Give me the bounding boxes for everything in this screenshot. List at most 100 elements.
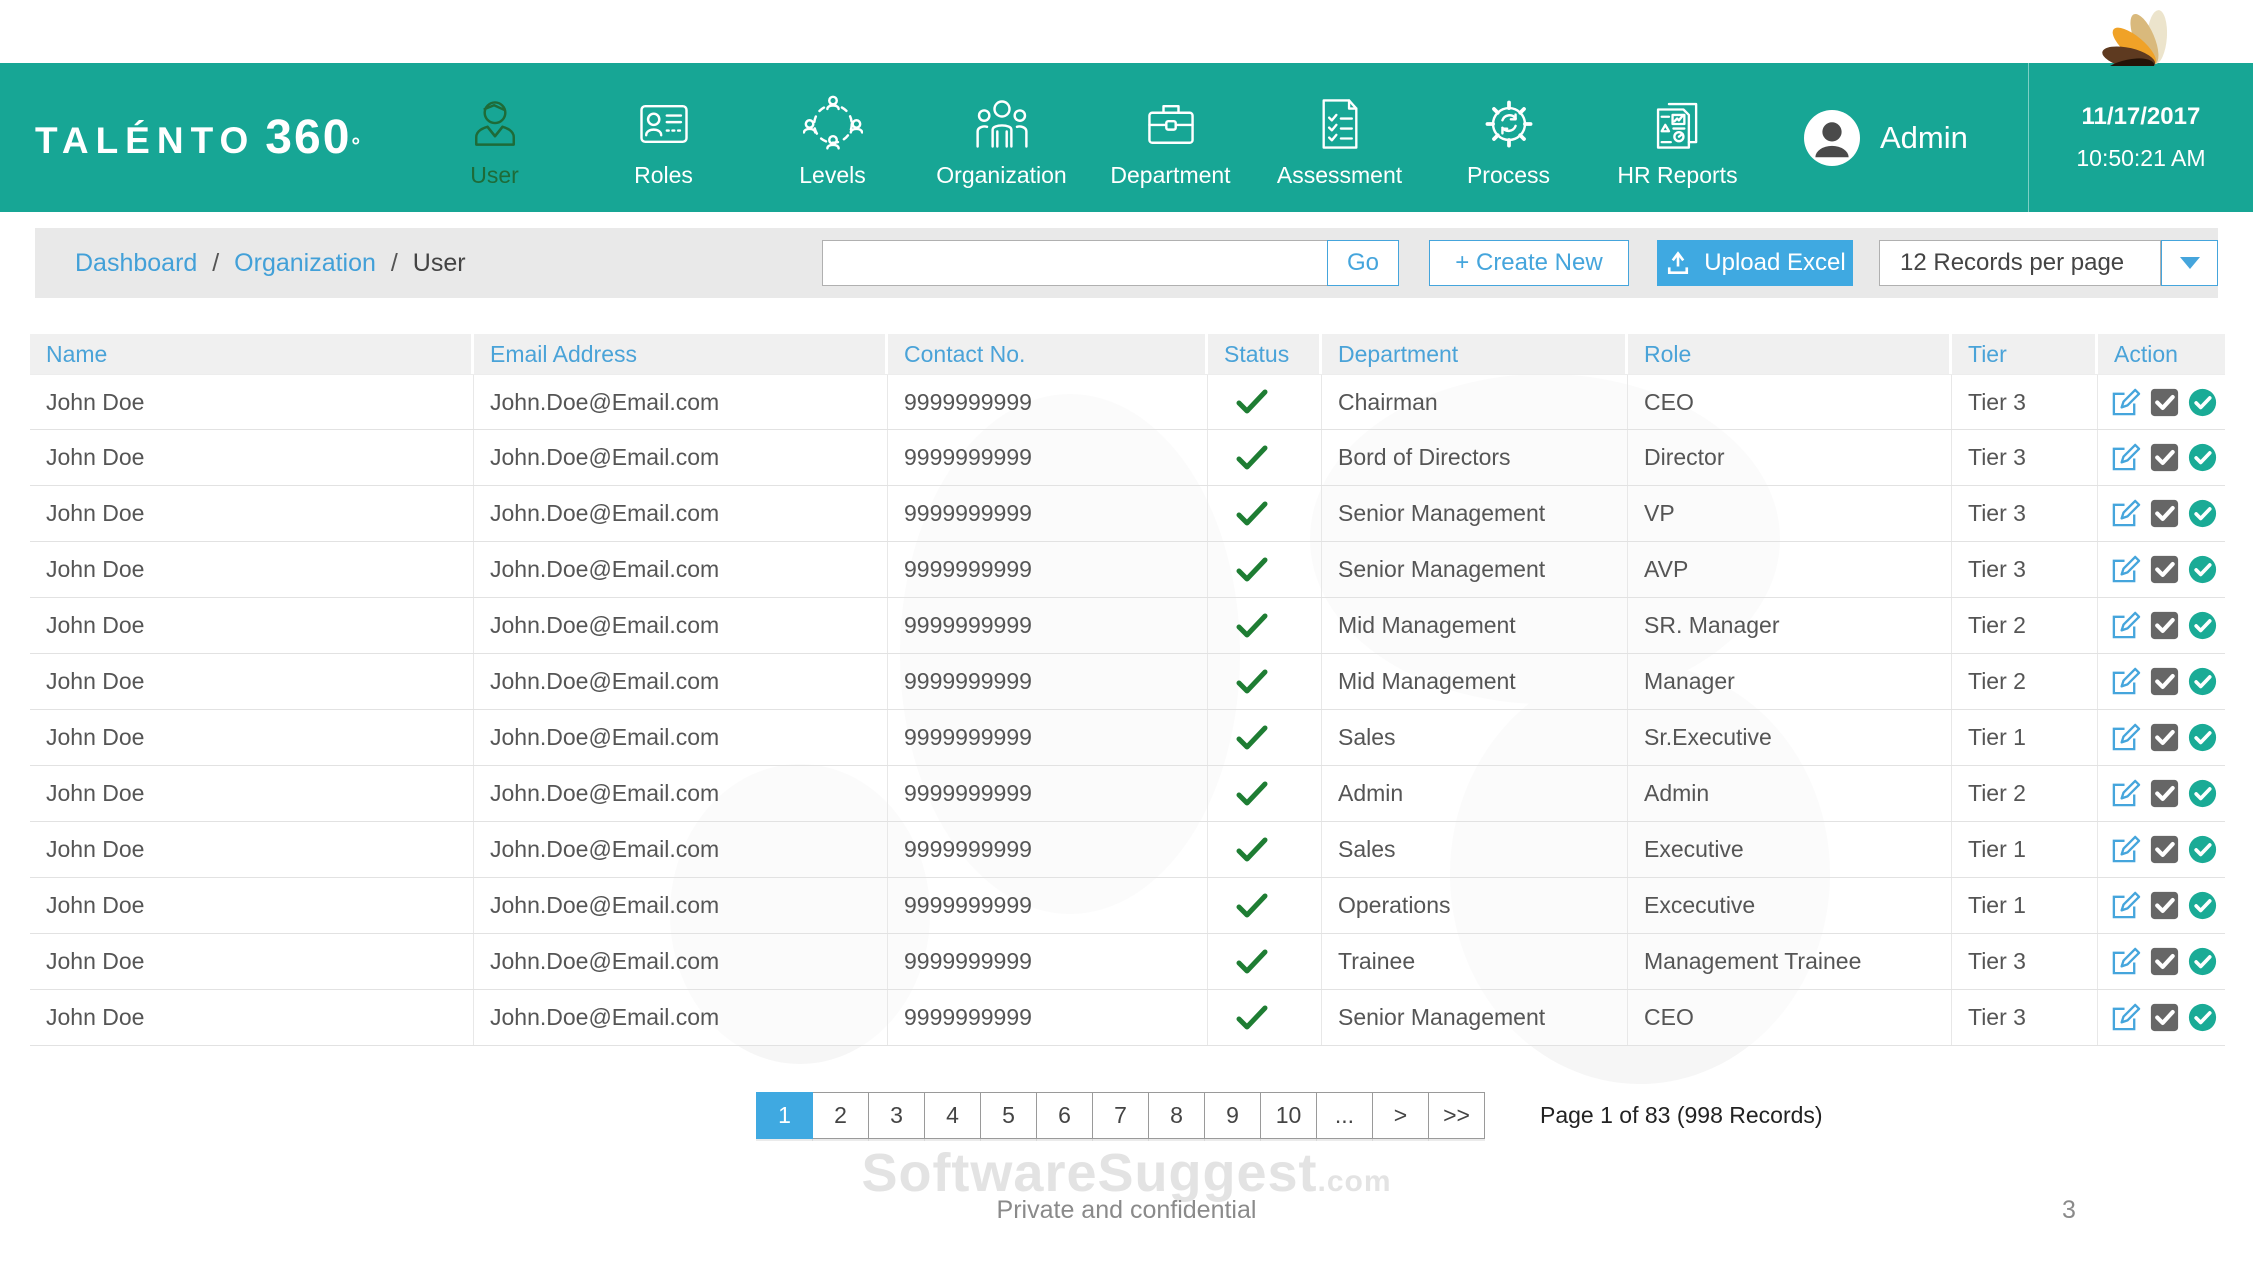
edit-icon[interactable] xyxy=(2110,722,2141,753)
nav-item-assessment[interactable]: Assessment xyxy=(1255,86,1424,189)
page-button-1[interactable]: 1 xyxy=(756,1092,813,1139)
deactivate-checkbox-icon[interactable] xyxy=(2150,779,2179,808)
cell-contact: 9999999999 xyxy=(888,598,1208,653)
deactivate-checkbox-icon[interactable] xyxy=(2150,1003,2179,1032)
nav-item-levels[interactable]: Levels xyxy=(748,86,917,189)
table-row: John DoeJohn.Doe@Email.com9999999999Oper… xyxy=(30,878,2225,934)
cell-status xyxy=(1208,878,1322,933)
chevron-down-icon xyxy=(2180,257,2200,269)
page-button-4[interactable]: 4 xyxy=(924,1092,981,1139)
next-page-button[interactable]: > xyxy=(1372,1092,1429,1139)
deactivate-checkbox-icon[interactable] xyxy=(2150,667,2179,696)
nav-item-label: Levels xyxy=(799,162,865,189)
search-input[interactable] xyxy=(822,240,1327,286)
cell-role: CEO xyxy=(1628,990,1952,1045)
approve-icon[interactable] xyxy=(2188,1003,2217,1032)
cell-email: John.Doe@Email.com xyxy=(474,766,888,821)
cell-contact: 9999999999 xyxy=(888,822,1208,877)
page-button-10[interactable]: 10 xyxy=(1260,1092,1317,1139)
breadcrumb-dashboard[interactable]: Dashboard xyxy=(75,249,197,277)
assessment-icon xyxy=(1311,92,1369,154)
cell-email: John.Doe@Email.com xyxy=(474,542,888,597)
cell-tier: Tier 3 xyxy=(1952,375,2098,429)
cell-name: John Doe xyxy=(30,934,474,989)
edit-icon[interactable] xyxy=(2110,1002,2141,1033)
approve-icon[interactable] xyxy=(2188,388,2217,417)
create-new-button[interactable]: + Create New xyxy=(1429,240,1629,286)
page-button-7[interactable]: 7 xyxy=(1092,1092,1149,1139)
upload-icon xyxy=(1664,249,1692,277)
approve-icon[interactable] xyxy=(2188,499,2217,528)
approve-icon[interactable] xyxy=(2188,611,2217,640)
page-button-9[interactable]: 9 xyxy=(1204,1092,1261,1139)
cell-contact: 9999999999 xyxy=(888,486,1208,541)
page-ellipsis-button[interactable]: ... xyxy=(1316,1092,1373,1139)
nav-item-organization[interactable]: Organization xyxy=(917,86,1086,189)
edit-icon[interactable] xyxy=(2110,442,2141,473)
process-icon xyxy=(1479,92,1539,154)
deactivate-checkbox-icon[interactable] xyxy=(2150,891,2179,920)
current-date: 11/17/2017 xyxy=(2029,103,2253,131)
admin-menu[interactable]: Admin xyxy=(1804,110,1968,166)
page-button-8[interactable]: 8 xyxy=(1148,1092,1205,1139)
edit-icon[interactable] xyxy=(2110,834,2141,865)
deactivate-checkbox-icon[interactable] xyxy=(2150,947,2179,976)
page-button-5[interactable]: 5 xyxy=(980,1092,1037,1139)
edit-icon[interactable] xyxy=(2110,554,2141,585)
edit-icon[interactable] xyxy=(2110,498,2141,529)
cell-status xyxy=(1208,934,1322,989)
page-summary: Page 1 of 83 (998 Records) xyxy=(1540,1102,1823,1129)
edit-icon[interactable] xyxy=(2110,946,2141,977)
breadcrumb-toolbar-bar: Dashboard / Organization / User Go + Cre… xyxy=(35,228,2218,298)
breadcrumb-organization[interactable]: Organization xyxy=(234,249,376,277)
last-page-button[interactable]: >> xyxy=(1428,1092,1485,1139)
cell-status xyxy=(1208,542,1322,597)
nav-item-roles[interactable]: Roles xyxy=(579,86,748,189)
app-header: TALÉNTO 360 ° UserRolesLevelsOrganizatio… xyxy=(0,63,2253,212)
deactivate-checkbox-icon[interactable] xyxy=(2150,835,2179,864)
edit-icon[interactable] xyxy=(2110,387,2141,418)
approve-icon[interactable] xyxy=(2188,555,2217,584)
cell-action xyxy=(2098,486,2225,541)
breadcrumb-separator: / xyxy=(212,249,219,277)
approve-icon[interactable] xyxy=(2188,835,2217,864)
page-button-2[interactable]: 2 xyxy=(812,1092,869,1139)
table-row: John DoeJohn.Doe@Email.com9999999999Bord… xyxy=(30,430,2225,486)
nav-item-hr-reports[interactable]: HR Reports xyxy=(1593,86,1762,189)
cell-tier: Tier 2 xyxy=(1952,598,2098,653)
approve-icon[interactable] xyxy=(2188,723,2217,752)
edit-icon[interactable] xyxy=(2110,666,2141,697)
deactivate-checkbox-icon[interactable] xyxy=(2150,443,2179,472)
nav-item-process[interactable]: Process xyxy=(1424,86,1593,189)
page-button-3[interactable]: 3 xyxy=(868,1092,925,1139)
edit-icon[interactable] xyxy=(2110,778,2141,809)
hr-reports-icon xyxy=(1649,92,1707,154)
upload-excel-button[interactable]: Upload Excel xyxy=(1657,240,1853,286)
cell-name: John Doe xyxy=(30,486,474,541)
cell-status xyxy=(1208,375,1322,429)
deactivate-checkbox-icon[interactable] xyxy=(2150,388,2179,417)
deactivate-checkbox-icon[interactable] xyxy=(2150,499,2179,528)
approve-icon[interactable] xyxy=(2188,947,2217,976)
approve-icon[interactable] xyxy=(2188,779,2217,808)
nav-item-user[interactable]: User xyxy=(410,86,579,189)
deactivate-checkbox-icon[interactable] xyxy=(2150,555,2179,584)
approve-icon[interactable] xyxy=(2188,443,2217,472)
status-check-icon xyxy=(1236,893,1268,919)
cell-tier: Tier 1 xyxy=(1952,710,2098,765)
edit-icon[interactable] xyxy=(2110,610,2141,641)
records-per-page-select[interactable]: 12 Records per page xyxy=(1879,240,2161,286)
cell-action xyxy=(2098,878,2225,933)
approve-icon[interactable] xyxy=(2188,891,2217,920)
cell-contact: 9999999999 xyxy=(888,990,1208,1045)
deactivate-checkbox-icon[interactable] xyxy=(2150,723,2179,752)
records-dropdown-button[interactable] xyxy=(2161,240,2218,286)
cell-name: John Doe xyxy=(30,710,474,765)
nav-item-department[interactable]: Department xyxy=(1086,86,1255,189)
approve-icon[interactable] xyxy=(2188,667,2217,696)
edit-icon[interactable] xyxy=(2110,890,2141,921)
deactivate-checkbox-icon[interactable] xyxy=(2150,611,2179,640)
cell-department: Chairman xyxy=(1322,375,1628,429)
go-button[interactable]: Go xyxy=(1327,240,1399,286)
page-button-6[interactable]: 6 xyxy=(1036,1092,1093,1139)
